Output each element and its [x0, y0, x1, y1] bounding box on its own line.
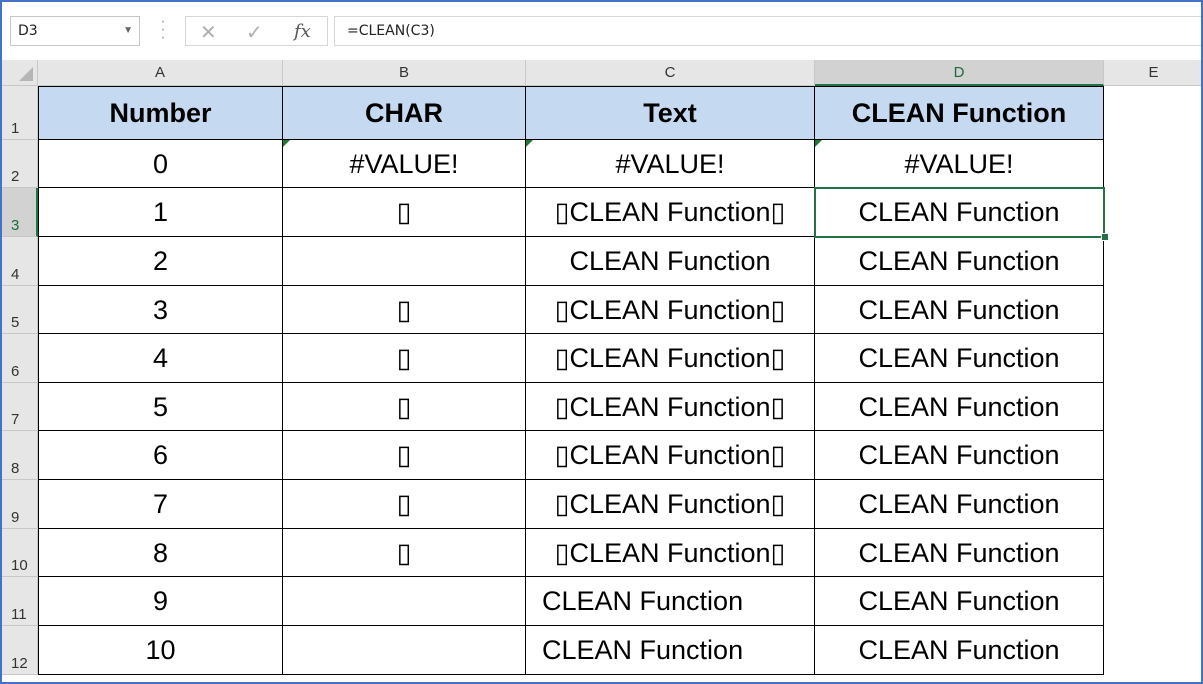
row-header-8[interactable]: 8 — [2, 431, 38, 480]
table-cell[interactable]: ▯CLEAN Function▯ — [526, 188, 815, 237]
table-cell[interactable]: 2 — [38, 237, 283, 286]
header-clean-function[interactable]: CLEAN Function — [815, 86, 1104, 140]
header-text[interactable]: Text — [526, 86, 815, 140]
table-cell[interactable]: CLEAN Function — [815, 480, 1104, 529]
table-cell[interactable]: ▯ — [283, 529, 526, 577]
column-header-d[interactable]: D — [815, 60, 1104, 86]
table-cell[interactable]: ▯ — [283, 188, 526, 237]
error-indicator-icon — [283, 140, 290, 147]
column-header-c[interactable]: C — [526, 60, 815, 86]
formula-text: =CLEAN(C3) — [347, 23, 435, 39]
table-cell[interactable]: CLEAN Function — [815, 237, 1104, 286]
table-cell[interactable]: CLEAN Function — [815, 431, 1104, 480]
row-header-3[interactable]: 3 — [2, 188, 38, 237]
table-cell[interactable]: 6 — [38, 431, 283, 480]
row-header-5[interactable]: 5 — [2, 286, 38, 334]
drag-handle-icon[interactable]: ··· — [160, 18, 166, 42]
column-header-e[interactable]: E — [1104, 60, 1203, 86]
table-cell[interactable]: CLEAN Function — [815, 626, 1104, 675]
table-cell[interactable]: 3 — [38, 286, 283, 334]
table-cell[interactable]: ▯CLEAN Function▯ — [526, 529, 815, 577]
table-cell[interactable]: 5 — [38, 383, 283, 431]
table-cell[interactable]: ▯ — [283, 431, 526, 480]
select-all-button[interactable] — [2, 60, 38, 86]
table-cell[interactable] — [283, 626, 526, 675]
table-cell[interactable]: CLEAN Function — [815, 334, 1104, 383]
name-box[interactable]: D3 ▼ — [10, 16, 140, 46]
row-header-4[interactable]: 4 — [2, 237, 38, 286]
table-cell[interactable]: #VALUE! — [283, 140, 526, 188]
table-cell[interactable]: ▯ — [283, 334, 526, 383]
table-cell[interactable]: CLEAN Function — [526, 237, 815, 286]
x-icon[interactable]: ✕ — [200, 20, 217, 45]
error-indicator-icon — [526, 140, 533, 147]
row-header-2[interactable]: 2 — [2, 140, 38, 188]
check-icon[interactable]: ✓ — [246, 20, 263, 45]
table-cell[interactable]: #VALUE! — [815, 140, 1104, 188]
name-box-value: D3 — [18, 23, 38, 39]
error-indicator-icon — [815, 140, 822, 147]
row-header-1[interactable]: 1 — [2, 86, 38, 140]
column-header-b[interactable]: B — [283, 60, 526, 86]
fill-handle[interactable] — [1101, 233, 1109, 241]
table-cell[interactable]: CLEAN Function — [815, 577, 1104, 626]
table-cell[interactable]: ▯CLEAN Function▯ — [526, 334, 815, 383]
chevron-down-icon[interactable]: ▼ — [123, 25, 133, 36]
table-cell[interactable]: CLEAN Function — [526, 626, 815, 675]
row-header-10[interactable]: 10 — [2, 529, 38, 577]
table-cell[interactable]: 0 — [38, 140, 283, 188]
table-cell[interactable]: ▯ — [283, 286, 526, 334]
formula-buttons: ✕ ✓ fx — [185, 16, 328, 46]
table-cell[interactable]: #VALUE! — [526, 140, 815, 188]
table-cell[interactable]: ▯CLEAN Function▯ — [526, 286, 815, 334]
formula-input[interactable]: =CLEAN(C3) — [334, 16, 1202, 46]
table-cell[interactable]: CLEAN Function — [815, 529, 1104, 577]
formula-bar: D3 ▼ ··· ✕ ✓ fx =CLEAN(C3) — [2, 2, 1201, 61]
row-header-9[interactable]: 9 — [2, 480, 38, 529]
row-header-7[interactable]: 7 — [2, 383, 38, 431]
header-char[interactable]: CHAR — [283, 86, 526, 140]
row-header-6[interactable]: 6 — [2, 334, 38, 383]
table-cell[interactable]: ▯ — [283, 383, 526, 431]
table-cell[interactable]: 7 — [38, 480, 283, 529]
table-cell[interactable]: 10 — [38, 626, 283, 675]
table-cell[interactable] — [283, 577, 526, 626]
table-cell[interactable]: 1 — [38, 188, 283, 237]
row-header-12[interactable]: 12 — [2, 626, 38, 675]
fx-icon[interactable]: fx — [294, 21, 311, 42]
spreadsheet-window: D3 ▼ ··· ✕ ✓ fx =CLEAN(C3) A B C D E 1 2… — [0, 0, 1203, 684]
table-cell[interactable]: ▯ — [283, 480, 526, 529]
table-cell[interactable]: CLEAN Function — [526, 577, 815, 626]
table-cell[interactable]: ▯CLEAN Function▯ — [526, 431, 815, 480]
table-cell[interactable]: 9 — [38, 577, 283, 626]
table-cell[interactable]: ▯CLEAN Function▯ — [526, 383, 815, 431]
row-header-11[interactable]: 11 — [2, 577, 38, 626]
table-cell[interactable]: CLEAN Function — [815, 383, 1104, 431]
table-cell[interactable]: CLEAN Function — [815, 286, 1104, 334]
column-header-a[interactable]: A — [38, 60, 283, 86]
table-cell[interactable]: 8 — [38, 529, 283, 577]
table-cell[interactable]: ▯CLEAN Function▯ — [526, 480, 815, 529]
table-cell[interactable] — [283, 237, 526, 286]
table-cell-selected[interactable]: CLEAN Function — [815, 188, 1104, 237]
table-cell[interactable]: 4 — [38, 334, 283, 383]
header-number[interactable]: Number — [38, 86, 283, 140]
